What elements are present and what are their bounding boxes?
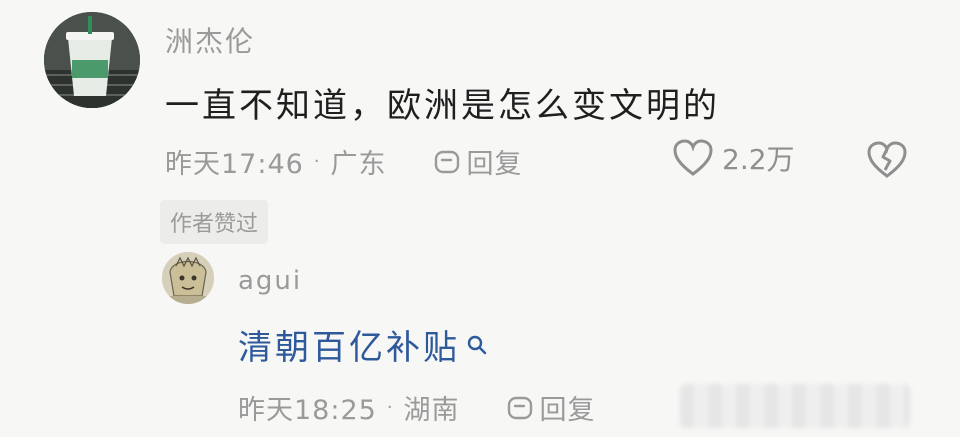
timestamp: 昨天18:25 (238, 395, 377, 426)
like-count: 2.2万 (722, 143, 795, 176)
author-liked-badge: 作者赞过 (160, 200, 269, 244)
reply-label: 回复 (466, 149, 523, 180)
separator-dot: · (386, 397, 394, 418)
avatar-reply[interactable] (162, 252, 214, 304)
broken-heart-icon (867, 141, 907, 178)
dislike-button[interactable] (866, 140, 908, 184)
timestamp: 昨天17:46 (165, 149, 304, 180)
username-reply[interactable]: agui (238, 266, 302, 296)
avatar-main[interactable] (44, 12, 140, 108)
reply-icon (507, 396, 532, 419)
avatar-image (162, 252, 214, 304)
comment-text-main: 一直不知道，欧洲是怎么变文明的 (165, 86, 720, 126)
separator-dot: · (313, 151, 321, 172)
comment-text[interactable]: 清朝百亿补贴 (238, 320, 460, 369)
username-main[interactable]: 洲杰伦 (165, 20, 255, 60)
comment-meta-main: 昨天17:46 · 广东 回复 (165, 142, 523, 181)
comment-text-reply[interactable]: 清朝百亿补贴 (238, 320, 488, 369)
reply-label: 回复 (539, 395, 596, 426)
location: 湖南 (403, 395, 460, 426)
location: 广东 (330, 149, 387, 180)
heart-icon (673, 139, 713, 176)
reply-button[interactable]: 回复 (433, 142, 523, 181)
blurred-watermark (680, 384, 910, 428)
avatar-image (44, 12, 140, 108)
reply-icon (434, 150, 459, 173)
reply-button[interactable]: 回复 (506, 388, 596, 427)
search-icon[interactable] (466, 334, 488, 356)
like-button[interactable]: 2.2万 (672, 138, 795, 178)
comment-meta-reply: 昨天18:25 · 湖南 回复 (238, 388, 596, 427)
